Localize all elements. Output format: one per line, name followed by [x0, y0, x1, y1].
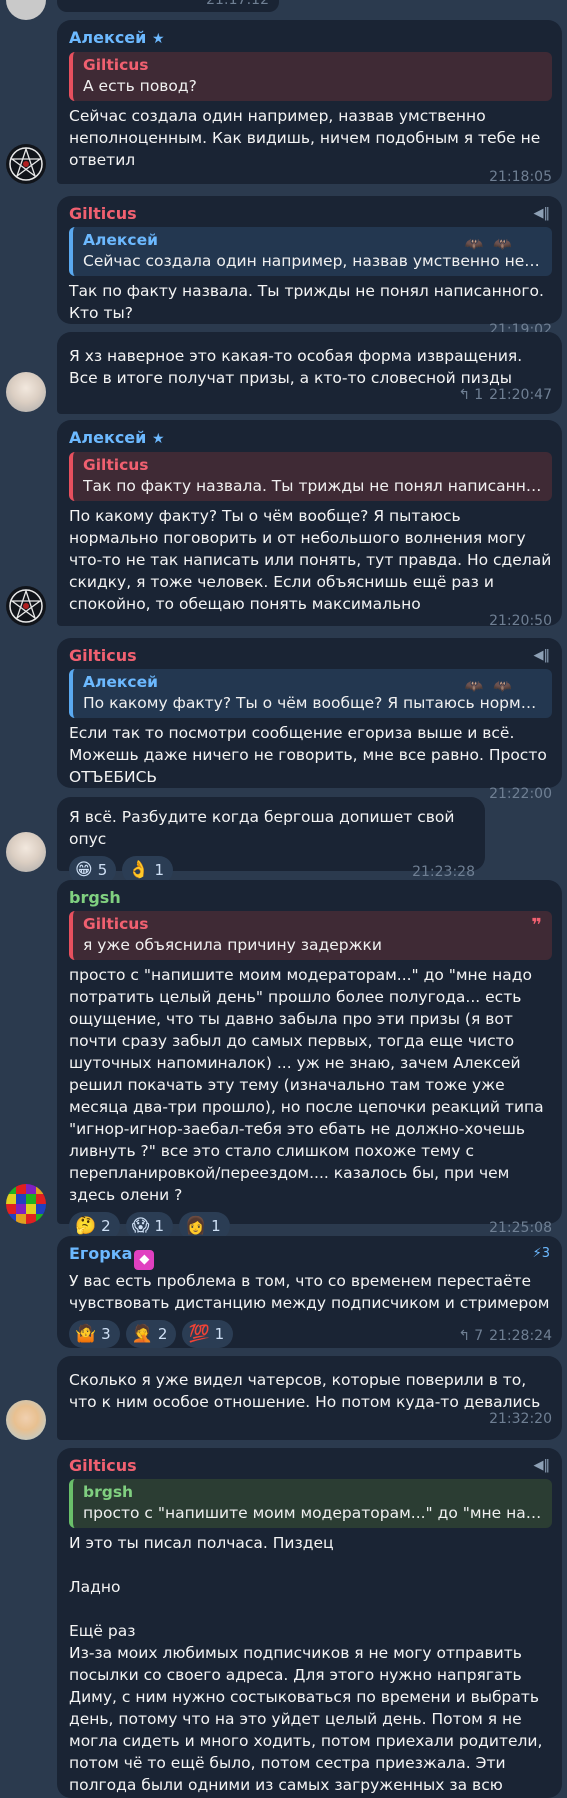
message-time: 21:32:20 [489, 1411, 552, 1427]
reply-arrow-icon: ↰ [458, 1328, 471, 1344]
reply-text: Так по факту назвала. Ты трижды не понял… [83, 477, 544, 495]
avatar[interactable] [6, 832, 46, 872]
message-bubble[interactable]: Я хз наверное это какая-то особая форма … [57, 332, 562, 414]
message-bubble[interactable]: ◀‖ Gilticus 🦇🦇 Алексей Сейчас создала од… [57, 196, 562, 338]
sender-name[interactable]: Gilticus [69, 1455, 552, 1477]
message-time: 21:25:08 [489, 1220, 552, 1236]
sender-name[interactable]: brgsh [69, 887, 552, 909]
message-text: Сейчас создала один например, назвав умс… [69, 107, 546, 169]
pentagram-icon [9, 588, 43, 623]
message-text: Сколько я уже видел чатерсов, которые по… [69, 1371, 541, 1411]
message-bubble[interactable]: ⚡3 Егорка ◆ У вас есть проблема в том, чт… [57, 1236, 562, 1348]
message-bubble[interactable]: Я всё. Разбудите когда бергоша допишет с… [57, 797, 485, 884]
sender-name[interactable]: Gilticus [69, 645, 552, 667]
message-bubble[interactable]: Алексей ★ Gilticus А есть повод? Сейчас … [57, 20, 562, 185]
sender-name[interactable]: Алексей ★ [69, 27, 552, 50]
message-time: 21:28:24 [489, 1328, 552, 1344]
scream-emoji-icon: 😱 [131, 1216, 150, 1236]
reply-sender: Gilticus [83, 456, 149, 474]
message-bubble[interactable]: brgsh ❞ Gilticus я уже объяснила причину… [57, 880, 562, 1240]
reaction-chip[interactable]: 🤦 2 [125, 1320, 177, 1348]
replies-count[interactable]: ↰ 1 [458, 387, 483, 403]
message-text: По какому факту? Ты о чём вообще? Я пыта… [69, 507, 557, 613]
sender-name[interactable]: Егорка ◆ [69, 1243, 552, 1270]
avatar[interactable] [6, 1400, 46, 1440]
message-time: 21:22:00 [489, 786, 552, 802]
sender-name[interactable]: Gilticus [69, 203, 552, 225]
reaction-chip[interactable]: 🤷 3 [69, 1320, 120, 1348]
diamond-badge-icon: ◆ [134, 1250, 155, 1270]
speaker-icon: ◀‖ [533, 1458, 551, 1473]
avatar[interactable] [6, 372, 46, 412]
pattern-icon: 🦇🦇 [464, 677, 522, 695]
reply-sender: brgsh [83, 1483, 134, 1501]
reply-text: По какому факту? Ты о чём вообще? Я пыта… [83, 694, 544, 712]
avatar[interactable] [6, 144, 46, 184]
message-time: 21:23:28 [412, 864, 475, 880]
message-bubble[interactable]: Алексей ★ Gilticus Так по факту назвала.… [57, 420, 562, 629]
speaker-icon: ◀‖ [533, 206, 551, 221]
ok-hand-emoji-icon: 👌 [128, 860, 150, 880]
message-text: Если так то посмотри сообщение егориза в… [69, 724, 552, 786]
avatar[interactable] [6, 586, 46, 626]
message-bubble[interactable]: ◀‖ Gilticus brgsh просто с "напишите мои… [57, 1448, 562, 1798]
message-text: И это ты писал полчаса. Пиздец Ладно Ещё… [69, 1534, 543, 1794]
message-text: У вас есть проблема в том, что со времен… [69, 1272, 550, 1312]
grin-emoji-icon: 😁 [75, 860, 93, 880]
message-time: 21:20:50 [489, 613, 552, 629]
quote-icon: ❞ [531, 915, 542, 936]
star-icon: ★ [151, 431, 165, 447]
facepalm-emoji-icon: 🤦 [131, 1324, 153, 1344]
pixel-pattern-icon [6, 1184, 46, 1224]
replies-count[interactable]: ↰ 7 [458, 1328, 483, 1344]
pentagram-icon [9, 146, 43, 181]
reply-quote[interactable]: brgsh просто с "напишите моим модератора… [69, 1479, 552, 1528]
message-time: 21:18:05 [489, 169, 552, 185]
message-bubble[interactable]: Сколько я уже видел чатерсов, которые по… [57, 1356, 562, 1440]
reply-quote[interactable]: 🦇🦇 Алексей По какому факту? Ты о чём воо… [69, 669, 552, 718]
reaction-chip[interactable]: 💯 1 [182, 1320, 234, 1348]
message-text: Так по факту назвала. Ты трижды не понял… [69, 282, 549, 322]
reply-text: я уже объяснила причину задержки [83, 936, 382, 954]
reply-text: Сейчас создала один например, назвав умс… [83, 252, 544, 270]
star-icon: ★ [151, 31, 165, 47]
message-text: Я хз наверное это какая-то особая форма … [69, 347, 528, 387]
reply-sender: Gilticus [83, 56, 149, 74]
thinking-emoji-icon: 🤔 [75, 1216, 97, 1236]
hundred-emoji-icon: 💯 [188, 1324, 210, 1344]
reply-arrow-icon: ↰ [458, 387, 471, 403]
reply-quote[interactable]: Gilticus А есть повод? [69, 52, 552, 101]
reply-text: просто с "напишите моим модераторам..." … [83, 1504, 544, 1522]
message-time: 21:17:12 [206, 0, 269, 8]
message-bubble[interactable]: ◀‖ Gilticus 🦇🦇 Алексей По какому факту? … [57, 638, 562, 802]
custom-emoji-icon: 👩 [185, 1216, 207, 1236]
boost-icon: ⚡3 [532, 1246, 550, 1261]
pattern-icon: 🦇🦇 [464, 235, 522, 253]
message-text: просто с "напишите моим модераторам..." … [69, 966, 549, 1204]
chat-feed: 21:17:12 Алексей ★ Gilticus А есть повод… [0, 0, 567, 1798]
avatar[interactable] [6, 0, 46, 20]
message-time: 21:20:47 [489, 387, 552, 403]
shrug-emoji-icon: 🤷 [75, 1324, 97, 1344]
speaker-icon: ◀‖ [533, 648, 551, 663]
sender-name[interactable]: Алексей ★ [69, 427, 552, 450]
reply-sender: Gilticus [83, 915, 149, 933]
reply-quote[interactable]: ❞ Gilticus я уже объяснила причину задер… [69, 911, 552, 960]
reply-text: А есть повод? [83, 77, 197, 95]
reply-quote[interactable]: 🦇🦇 Алексей Сейчас создала один например,… [69, 227, 552, 276]
reply-quote[interactable]: Gilticus Так по факту назвала. Ты трижды… [69, 452, 552, 501]
message-bubble-partial[interactable]: 21:17:12 [57, 0, 279, 12]
avatar[interactable] [6, 1184, 46, 1224]
message-text: Я всё. Разбудите когда бергоша допишет с… [69, 808, 460, 848]
